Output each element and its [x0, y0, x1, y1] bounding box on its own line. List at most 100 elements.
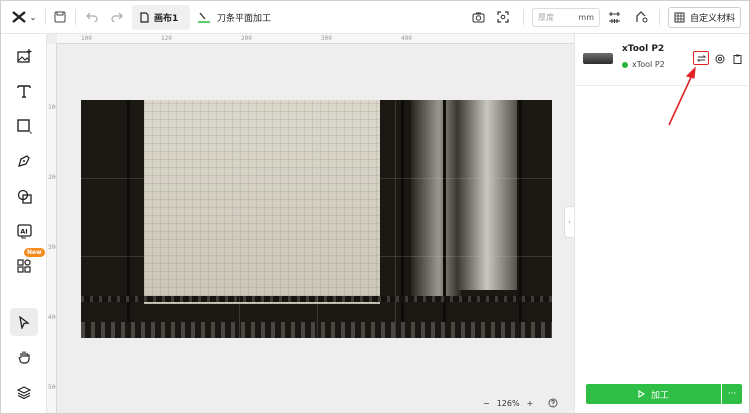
ruler-tick: 120 — [161, 35, 172, 42]
shape-icon — [16, 118, 32, 134]
ruler-tick: 300 — [48, 244, 56, 251]
device-settings-button[interactable] — [713, 52, 727, 66]
divider — [659, 9, 660, 25]
frame-bar — [443, 100, 446, 338]
pen-tool[interactable] — [10, 147, 38, 175]
zoom-in-button[interactable]: + — [527, 399, 534, 408]
process-label: 加工 — [650, 390, 669, 401]
light-reflection — [411, 100, 461, 300]
layers-icon — [17, 385, 31, 399]
zoom-level[interactable]: 126% — [497, 399, 520, 408]
camera-preview-image — [81, 100, 552, 338]
camera-button[interactable] — [468, 7, 488, 27]
blade-mode-icon — [198, 12, 210, 23]
text-tool[interactable] — [10, 77, 38, 105]
play-icon — [638, 390, 645, 398]
device-name: xTool P2 — [622, 44, 665, 54]
measure-button[interactable] — [604, 7, 624, 27]
apps-grid-icon — [17, 259, 31, 273]
undo-icon — [86, 12, 98, 22]
ruler-tick: 100 — [48, 104, 56, 111]
right-panel: xTool P2 xTool P2 加工 ··· — [574, 34, 749, 413]
panel-collapse-toggle[interactable]: › — [564, 206, 574, 238]
redo-icon — [111, 12, 123, 22]
unit-label: mm — [578, 13, 594, 22]
cursor-arrow-icon — [19, 315, 30, 329]
status-dot — [622, 61, 628, 68]
text-icon — [17, 85, 31, 98]
custom-material-label: 自定义材料 — [689, 14, 735, 24]
canvas-area[interactable]: 100 120 200 300 400 100 200 300 400 500 — [47, 34, 574, 413]
ai-tool[interactable]: AI — [10, 217, 38, 245]
grid-line — [395, 100, 396, 338]
grid-line — [317, 100, 318, 338]
undo-button[interactable] — [82, 7, 102, 27]
save-icon — [54, 11, 66, 23]
camera-icon — [472, 12, 484, 22]
divider — [523, 9, 524, 25]
ruler-tick: 400 — [48, 314, 56, 321]
ruler-tick: 300 — [321, 35, 332, 42]
ruler-measure-icon — [608, 12, 620, 23]
thickness-input[interactable]: 厚度 mm — [532, 8, 600, 27]
frame-bar — [519, 100, 522, 338]
pen-icon — [18, 155, 30, 167]
mode-label: 刀条平面加工 — [217, 14, 272, 24]
insert-image-tool[interactable] — [10, 42, 38, 70]
light-reflection — [457, 100, 517, 290]
frame-bar — [127, 100, 130, 338]
zoom-controls: − 126% + — [483, 395, 573, 411]
swap-arrows-icon — [696, 54, 706, 62]
xtool-logo-icon — [11, 11, 26, 23]
help-icon[interactable] — [548, 398, 558, 408]
ruler-tick: 100 — [81, 35, 92, 42]
device-thumbnail — [583, 53, 613, 64]
device-card[interactable]: xTool P2 xTool P2 — [575, 34, 749, 86]
divider — [45, 9, 46, 25]
camera-capture-area-button[interactable] — [493, 7, 513, 27]
more-options-button[interactable]: ··· — [722, 384, 742, 404]
thickness-placeholder: 厚度 — [538, 13, 554, 22]
app-logo-menu[interactable]: ⌄ — [7, 7, 41, 27]
ruler-left: 100 200 300 400 500 — [47, 44, 57, 413]
top-toolbar: ⌄ 画布1 刀条平面加工 厚度 mm 自定义材料 — [1, 1, 749, 34]
image-icon — [16, 49, 31, 63]
ruler-tick: 200 — [241, 35, 252, 42]
ruler-tick: 200 — [48, 174, 56, 181]
shape-tool[interactable] — [10, 112, 38, 140]
zoom-out-button[interactable]: − — [483, 399, 490, 408]
select-tool[interactable] — [10, 308, 38, 336]
combine-tool[interactable] — [10, 182, 38, 210]
app-window: ⌄ 画布1 刀条平面加工 厚度 mm 自定义材料 AI New 100 120 … — [0, 0, 750, 414]
tab-canvas-1[interactable]: 画布1 — [132, 5, 190, 30]
clipboard-icon — [733, 54, 741, 64]
process-button[interactable]: 加工 — [586, 384, 721, 404]
switch-device-button[interactable] — [693, 51, 709, 65]
hand-icon — [17, 351, 30, 364]
material-gear-icon — [635, 11, 647, 23]
material-settings-button[interactable] — [631, 7, 651, 27]
tab-label: 画布1 — [154, 14, 179, 24]
processing-mode-selector[interactable]: 刀条平面加工 — [197, 5, 271, 30]
hand-tool[interactable] — [10, 343, 38, 371]
left-toolbar: AI New — [1, 34, 47, 413]
focus-frame-icon — [497, 11, 509, 23]
status-label: xTool P2 — [632, 60, 665, 69]
custom-material-button[interactable]: 自定义材料 — [668, 7, 741, 28]
device-info-button[interactable] — [730, 52, 744, 66]
chevron-down-icon: ⌄ — [29, 12, 37, 22]
combine-shapes-icon — [17, 189, 32, 204]
save-button[interactable] — [50, 7, 70, 27]
chevron-right-icon: › — [568, 218, 571, 226]
ai-icon: AI — [16, 223, 32, 238]
redo-button[interactable] — [107, 7, 127, 27]
ruler-top: 100 120 200 300 400 — [57, 34, 574, 44]
frame-bar — [401, 100, 404, 338]
settings-icon — [715, 54, 725, 64]
svg-text:AI: AI — [20, 227, 27, 235]
new-badge: New — [24, 248, 45, 257]
material-grid-icon — [674, 12, 685, 23]
connection-status: xTool P2 — [622, 60, 665, 69]
ruler-tick: 400 — [401, 35, 412, 42]
layers-tool[interactable] — [10, 378, 38, 406]
